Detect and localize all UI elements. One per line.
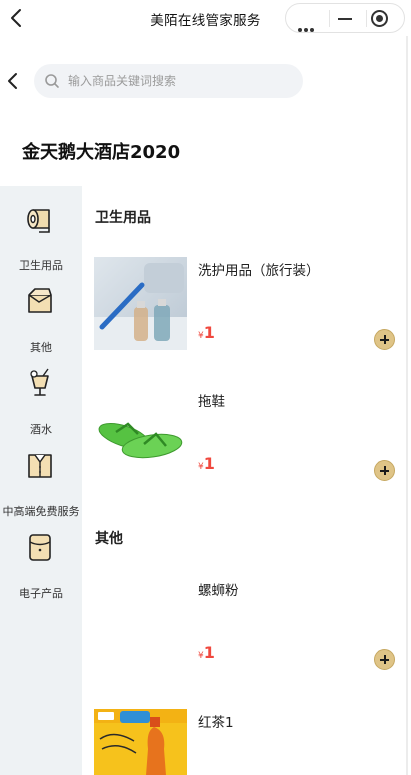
box-icon	[28, 288, 52, 313]
product-item[interactable]: 红茶1	[94, 709, 404, 775]
search-bar[interactable]	[34, 64, 303, 98]
category-sidebar: 卫生用品 其他 酒水 中高端免费服务 电子产品	[0, 186, 82, 775]
sidebar-item-label: 电子产品	[19, 587, 63, 600]
top-navbar: 美陌在线管家服务	[0, 0, 411, 36]
product-image	[94, 388, 187, 481]
close-target-icon[interactable]	[371, 10, 388, 27]
sidebar-item-premium-services[interactable]: 中高端免费服务	[0, 450, 82, 530]
minimize-icon[interactable]	[338, 18, 352, 20]
sidebar-item-electronics[interactable]: 电子产品	[0, 532, 82, 612]
product-price: ¥1	[198, 643, 215, 662]
sidebar-item-drinks[interactable]: 酒水	[0, 368, 82, 448]
product-item[interactable]: 螺蛳粉 ¥1	[94, 577, 404, 672]
add-to-cart-button[interactable]	[374, 649, 395, 670]
price-value: 1	[203, 323, 215, 342]
page: 美陌在线管家服务 金天鹅大酒店2020 卫生用品	[0, 0, 411, 775]
product-price: ¥1	[198, 454, 215, 473]
add-to-cart-button[interactable]	[374, 329, 395, 350]
sidebar-item-label: 其他	[30, 341, 52, 354]
device-icon	[29, 534, 51, 561]
add-to-cart-button[interactable]	[374, 460, 395, 481]
product-item[interactable]: 洗护用品（旅行装） ¥1	[94, 257, 404, 352]
section-title: 其他	[95, 531, 123, 547]
sidebar-item-label: 中高端免费服务	[2, 505, 80, 518]
scrollbar[interactable]	[406, 36, 408, 775]
product-item[interactable]: 拖鞋 ¥1	[94, 388, 404, 483]
toilet-paper-icon	[27, 209, 50, 233]
search-icon	[45, 74, 59, 88]
search-input[interactable]	[68, 64, 293, 98]
product-image	[94, 577, 187, 670]
product-name: 螺蛳粉	[198, 583, 239, 599]
price-value: 1	[203, 454, 215, 473]
product-image	[94, 257, 187, 350]
section-title: 卫生用品	[95, 210, 151, 226]
product-name: 洗护用品（旅行装）	[198, 263, 320, 279]
more-dots-icon[interactable]	[298, 17, 316, 36]
menu-capsule	[285, 3, 405, 33]
sidebar-item-hygiene[interactable]: 卫生用品	[0, 204, 82, 284]
capsule-divider	[366, 10, 367, 27]
sidebar-item-label: 卫生用品	[19, 259, 63, 272]
capsule-divider	[329, 10, 330, 27]
drink-icon	[30, 368, 49, 396]
sidebar-item-other[interactable]: 其他	[0, 286, 82, 366]
sidebar-item-label: 酒水	[30, 423, 52, 436]
price-value: 1	[203, 643, 215, 662]
hotel-name: 金天鹅大酒店2020	[22, 142, 181, 163]
back-arrow-icon[interactable]	[3, 70, 23, 92]
product-name: 拖鞋	[198, 394, 225, 410]
product-name: 红茶1	[198, 715, 234, 731]
product-price: ¥1	[198, 323, 215, 342]
product-image	[94, 709, 187, 775]
shirt-icon	[28, 454, 52, 478]
